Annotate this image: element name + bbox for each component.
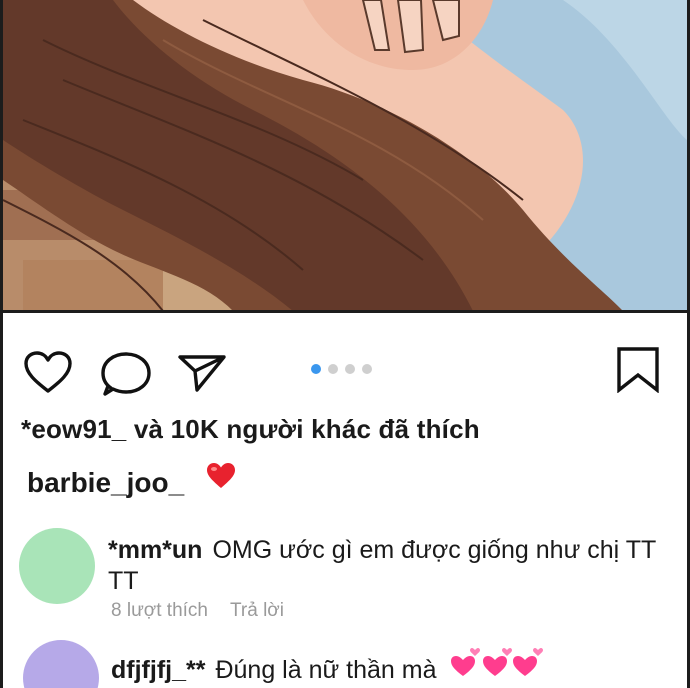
avatar[interactable] bbox=[23, 640, 99, 688]
comment-item: *mm*un OMG ước gì em được giống như chị T… bbox=[108, 535, 668, 597]
comment-meta: 8 lượt thích Trả lời bbox=[111, 600, 284, 622]
carousel-dot[interactable] bbox=[311, 364, 321, 374]
illustration-hair-shoulder bbox=[3, 0, 687, 311]
comment-like-count[interactable]: 8 lượt thích bbox=[111, 600, 208, 621]
pink-hearts-emoji-icon bbox=[451, 648, 544, 676]
post-image[interactable] bbox=[3, 0, 687, 311]
bookmark-icon[interactable] bbox=[615, 347, 661, 393]
caption-username[interactable]: barbie_joo_ bbox=[27, 467, 184, 498]
share-icon[interactable] bbox=[177, 352, 227, 394]
carousel-dot[interactable] bbox=[345, 364, 355, 374]
likes-summary[interactable]: *eow91_ và 10K người khác đã thích bbox=[21, 414, 480, 445]
heart-icon[interactable] bbox=[23, 350, 73, 394]
carousel-dot[interactable] bbox=[328, 364, 338, 374]
carousel-dot[interactable] bbox=[362, 364, 372, 374]
comment-username[interactable]: dfjfjfj_** bbox=[111, 656, 205, 684]
avatar[interactable] bbox=[19, 528, 95, 604]
instagram-post: *eow91_ và 10K người khác đã thích barbi… bbox=[0, 0, 690, 688]
post-caption: barbie_joo_ bbox=[27, 462, 236, 499]
reply-button[interactable]: Trả lời bbox=[230, 600, 284, 621]
comment-username[interactable]: *mm*un bbox=[108, 536, 202, 564]
comment-item: dfjfjfj_** Đúng là nữ thần mà bbox=[111, 646, 545, 685]
comment-icon[interactable] bbox=[101, 350, 151, 398]
carousel-indicator bbox=[311, 364, 372, 376]
image-divider bbox=[3, 310, 687, 313]
heart-emoji-icon bbox=[206, 463, 235, 488]
comment-text: Đúng là nữ thần mà bbox=[215, 656, 437, 684]
